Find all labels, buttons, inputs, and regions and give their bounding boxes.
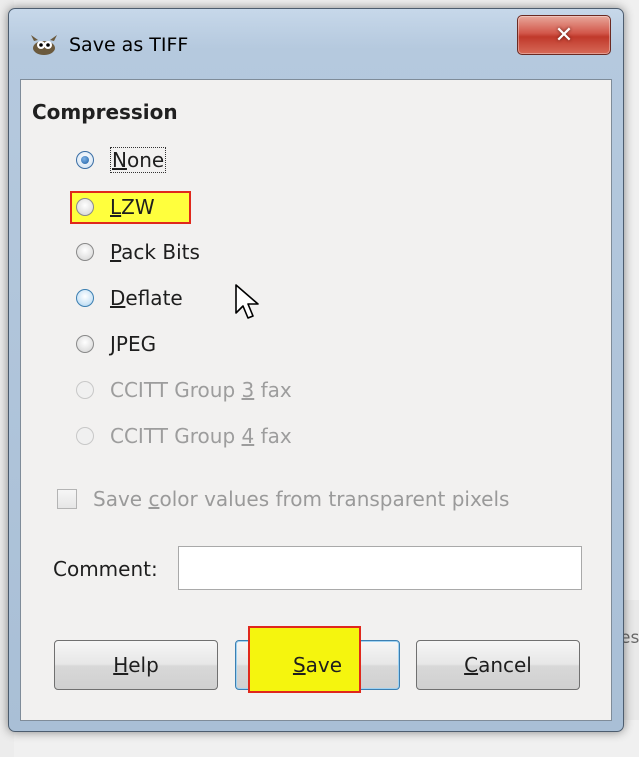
compression-heading: Compression [32,100,178,124]
radio-deflate[interactable]: Deflate [76,283,183,313]
radio-jpeg[interactable]: JPEG [76,329,156,359]
save-button-label: Save [292,653,343,677]
comment-input[interactable] [178,546,582,590]
radio-indicator[interactable] [76,151,94,169]
radio-ccitt-group-3: CCITT Group 3 fax [76,375,292,405]
title-bar[interactable]: Save as TIFF ✕ [9,9,623,79]
radio-label-jpeg: JPEG [110,332,157,356]
radio-label-ccitt-3: CCITT Group 3 fax [110,378,292,402]
help-button-label: Help [113,653,159,677]
window-title: Save as TIFF [69,34,189,56]
cancel-button[interactable]: Cancel [416,640,580,690]
radio-ccitt-group-4: CCITT Group 4 fax [76,421,292,451]
close-icon: ✕ [554,22,574,48]
comment-label: Comment: [53,557,158,581]
radio-none[interactable]: None [76,145,167,175]
gimp-wilber-icon [31,35,57,55]
checkbox-indicator [57,489,77,509]
radio-label-none: None [110,147,167,173]
radio-label-lzw: LZW [110,195,155,219]
radio-indicator[interactable] [76,335,94,353]
radio-indicator[interactable] [76,289,94,307]
radio-label-pack-bits: Pack Bits [110,240,200,264]
radio-indicator [76,381,94,399]
radio-indicator[interactable] [76,243,94,261]
checkbox-label: Save color values from transparent pixel… [93,487,510,511]
save-color-values-checkbox: Save color values from transparent pixel… [57,487,509,511]
radio-label-deflate: Deflate [110,286,183,310]
radio-pack-bits[interactable]: Pack Bits [76,237,200,267]
close-button[interactable]: ✕ [517,15,611,55]
radio-indicator [76,427,94,445]
help-button[interactable]: Help [54,640,218,690]
radio-indicator[interactable] [76,198,94,216]
radio-lzw[interactable]: LZW [76,192,155,222]
cancel-button-label: Cancel [464,653,532,677]
mouse-pointer-icon [235,284,259,319]
radio-label-ccitt-4: CCITT Group 4 fax [110,424,292,448]
